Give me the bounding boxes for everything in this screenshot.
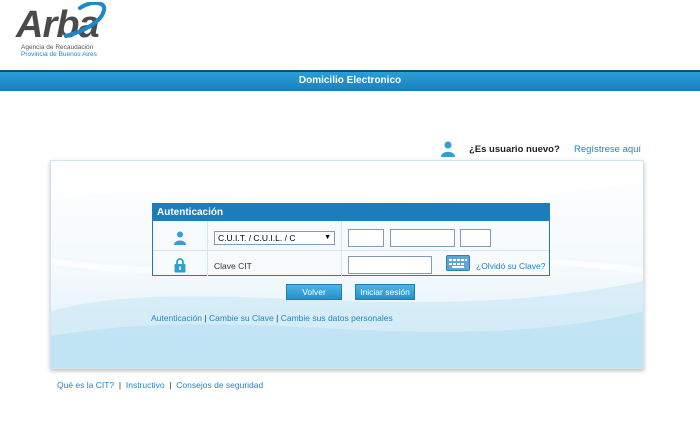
logo-swoosh-icon bbox=[64, 2, 107, 38]
link-change-personal-data[interactable]: Cambie sus datos personales bbox=[281, 313, 393, 323]
column-divider bbox=[207, 221, 208, 276]
footer-separator: | bbox=[118, 380, 122, 390]
back-button[interactable]: Volver bbox=[286, 284, 342, 300]
user-icon bbox=[174, 231, 186, 245]
person-icon bbox=[441, 141, 455, 157]
password-input[interactable] bbox=[348, 256, 432, 274]
password-label: Clave CIT bbox=[214, 261, 252, 271]
logo-subtitle-province: Provincia de Buenos Aires bbox=[21, 51, 97, 58]
forgot-password-link[interactable]: ¿Olvidó su Clave? bbox=[476, 261, 545, 271]
page-title: Domicilio Electronico bbox=[298, 75, 402, 86]
id-type-select[interactable]: C.U.I.T. / C.U.I.L. / C ▼ bbox=[214, 231, 335, 245]
link-instructions[interactable]: Instructivo bbox=[126, 380, 165, 390]
link-security-tips[interactable]: Consejos de seguridad bbox=[176, 380, 263, 390]
keyboard-icon[interactable] bbox=[446, 255, 470, 271]
footer-links: Qué es la CIT? | Instructivo | Consejos … bbox=[57, 380, 263, 390]
link-separator: | bbox=[276, 313, 279, 323]
footer-separator: | bbox=[169, 380, 172, 390]
new-user-question: ¿Es usuario nuevo? bbox=[469, 144, 560, 155]
link-separator: | bbox=[204, 313, 207, 323]
auth-header: Autenticación bbox=[153, 204, 549, 221]
header-bar: Domicilio Electronico bbox=[0, 70, 700, 91]
id-type-selected: C.U.I.T. / C.U.I.L. / C bbox=[218, 233, 296, 243]
cuit-check-digit-input[interactable] bbox=[460, 229, 491, 247]
arba-logo: Arba Agencia de Recaudación Provincia de… bbox=[14, 2, 110, 64]
cuit-prefix-input[interactable] bbox=[348, 229, 384, 247]
link-change-password[interactable]: Cambie su Clave bbox=[209, 313, 274, 323]
link-what-is-cit[interactable]: Qué es la CIT? bbox=[57, 380, 114, 390]
cuit-number-input[interactable] bbox=[390, 229, 455, 247]
auth-title: Autenticación bbox=[157, 207, 224, 218]
register-link[interactable]: Regístrese aquí bbox=[574, 144, 641, 155]
chevron-down-icon: ▼ bbox=[324, 234, 331, 241]
row-divider bbox=[153, 250, 549, 251]
lock-icon bbox=[174, 258, 186, 273]
logo-subtitle-agency: Agencia de Recaudación bbox=[21, 44, 94, 51]
login-button[interactable]: Iniciar sesión bbox=[355, 284, 415, 300]
link-authentication[interactable]: Autenticación bbox=[151, 313, 202, 323]
account-links: Autenticación | Cambie su Clave | Cambie… bbox=[151, 313, 393, 323]
column-divider bbox=[341, 221, 342, 276]
